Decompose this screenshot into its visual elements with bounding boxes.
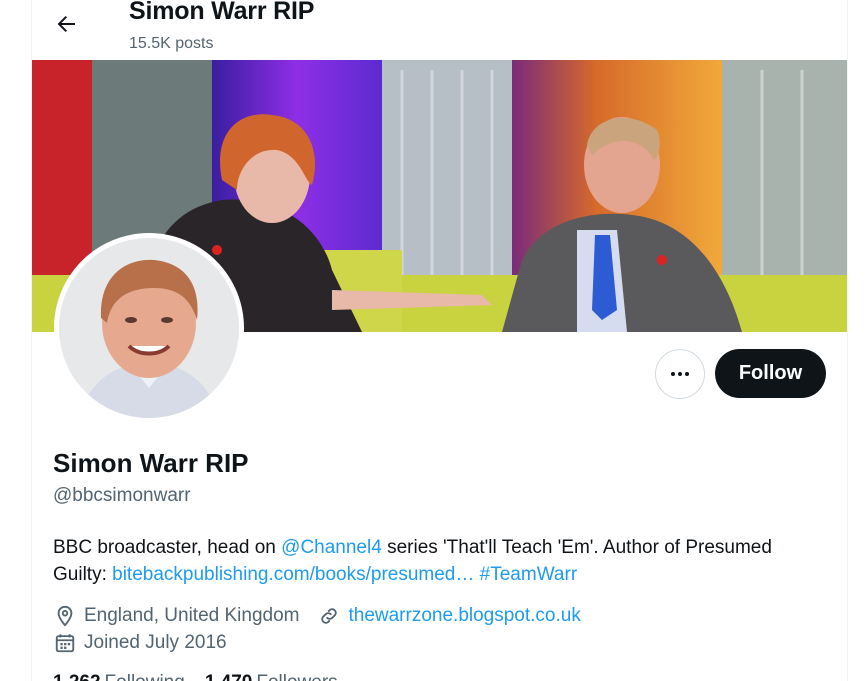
following-count[interactable]: 1,262: [53, 672, 101, 681]
location-pin-icon: [53, 604, 77, 628]
website-link[interactable]: thewarrzone.blogspot.co.uk: [348, 605, 580, 627]
header-title: Simon Warr RIP: [129, 0, 315, 25]
back-arrow-icon: [57, 16, 75, 32]
profile-avatar[interactable]: [54, 233, 244, 423]
location-item: England, United Kingdom: [53, 604, 299, 628]
profile-handle: @bbcsimonwarr: [53, 485, 191, 506]
profile-name: Simon Warr RIP: [53, 448, 249, 478]
bio-url-link[interactable]: bitebackpublishing.com/books/presumed…: [112, 564, 474, 585]
following-label[interactable]: Following: [105, 672, 185, 681]
link-icon: [317, 604, 341, 628]
calendar-icon: [53, 631, 77, 655]
location-text: England, United Kingdom: [84, 605, 300, 626]
followers-count[interactable]: 1,470: [205, 672, 253, 681]
profile-header: Simon Warr RIP 15.5K posts: [32, 0, 847, 60]
bio-mention-link[interactable]: @Channel4: [281, 537, 382, 558]
more-options-button[interactable]: [655, 349, 705, 399]
profile-bio: BBC broadcaster, head on @Channel4 serie…: [53, 534, 813, 588]
website-item: thewarrzone.blogspot.co.uk: [317, 604, 581, 628]
profile-meta-row: England, United Kingdom thewarrzone.blog…: [53, 602, 581, 630]
profile-joined-row: Joined July 2016: [53, 629, 227, 657]
bio-text: BBC broadcaster, head on: [53, 537, 282, 558]
profile-column: Simon Warr RIP 15.5K posts Follow Simon …: [31, 0, 848, 681]
followers-label[interactable]: Followers: [256, 672, 337, 681]
profile-stats: 1,262 Following 1,470 Followers: [53, 672, 358, 681]
header-post-count: 15.5K posts: [129, 35, 214, 52]
back-button[interactable]: [48, 6, 84, 42]
bio-hashtag-link[interactable]: #TeamWarr: [480, 564, 577, 585]
more-dots-icon: [671, 372, 689, 376]
joined-text: Joined July 2016: [84, 632, 227, 653]
avatar-image: [59, 238, 239, 418]
follow-button[interactable]: Follow: [715, 349, 826, 398]
